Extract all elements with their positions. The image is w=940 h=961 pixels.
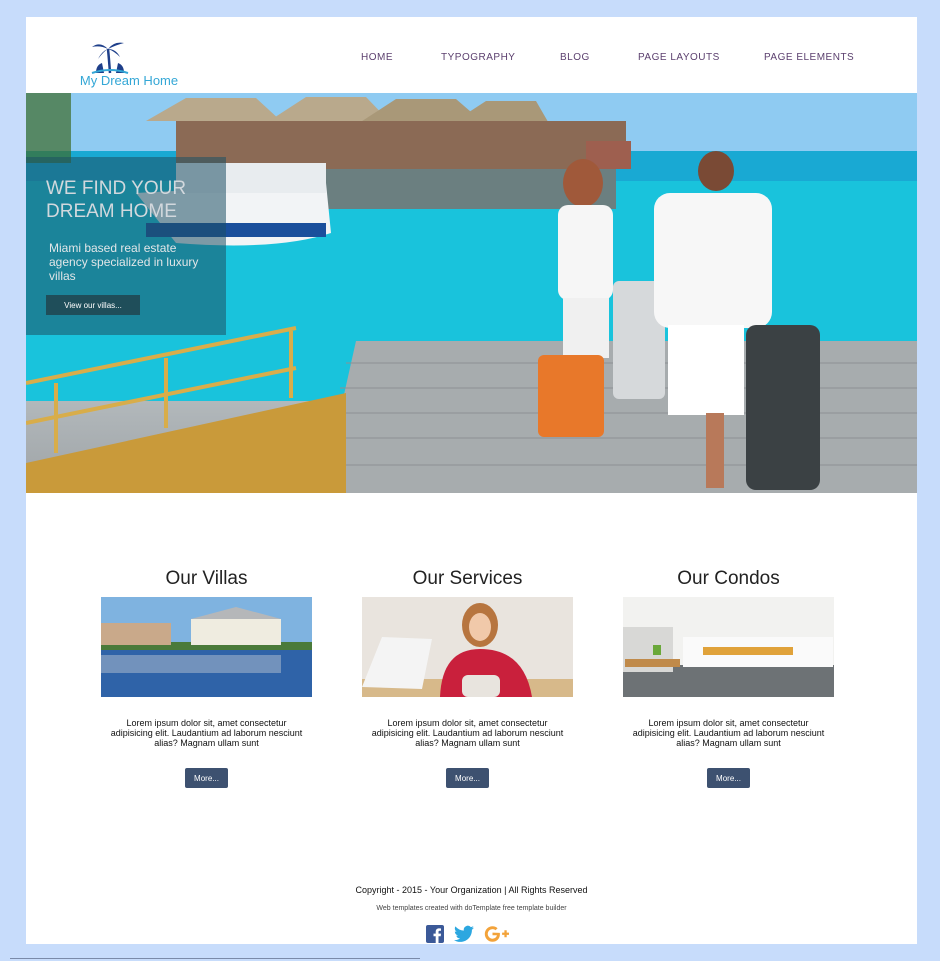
nav-blog[interactable]: BLOG <box>560 52 590 63</box>
hero-title: WE FIND YOUR DREAM HOME <box>46 178 187 222</box>
villas-more-button[interactable]: More... <box>185 768 228 788</box>
column-title: Our Condos <box>677 568 780 589</box>
credits-link[interactable]: Web templates created with doTemplate fr… <box>26 905 917 912</box>
logo-text: My Dream Home <box>79 73 179 88</box>
nav-typography[interactable]: TYPOGRAPHY <box>441 52 515 63</box>
google-plus-icon[interactable] <box>484 925 510 948</box>
nav-page-elements[interactable]: PAGE ELEMENTS <box>764 52 854 63</box>
column-text: Lorem ipsum dolor sit, amet consectetur … <box>632 718 825 748</box>
palm-logo-icon <box>91 42 129 74</box>
copyright-text: Copyright - 2015 - Your Organization | A… <box>355 885 588 895</box>
column-condos: Our Condos Lorem ipsum dolor sit, amet c… <box>623 567 834 788</box>
column-title: Our Villas <box>165 568 248 589</box>
nav-page-layouts[interactable]: PAGE LAYOUTS <box>638 52 720 63</box>
column-text: Lorem ipsum dolor sit, amet consectetur … <box>371 718 564 748</box>
site-logo[interactable]: My Dream Home <box>74 39 184 91</box>
bottom-divider <box>10 958 420 959</box>
facebook-icon[interactable] <box>426 925 444 948</box>
column-title: Our Services <box>412 568 523 589</box>
column-villas: Our Villas Lorem ipsum dolor sit, amet c… <box>101 567 312 788</box>
condos-more-button[interactable]: More... <box>707 768 750 788</box>
twitter-icon[interactable] <box>454 925 474 948</box>
column-text: Lorem ipsum dolor sit, amet consectetur … <box>110 718 303 748</box>
nav-home[interactable]: HOME <box>361 52 393 63</box>
hero-banner: WE FIND YOUR DREAM HOME Miami based real… <box>26 93 917 493</box>
villas-image <box>101 597 312 697</box>
hero-overlay: WE FIND YOUR DREAM HOME Miami based real… <box>26 157 226 335</box>
services-image <box>362 597 573 697</box>
column-services: Our Services Lorem ipsum dolor sit, amet… <box>362 567 573 788</box>
condos-image <box>623 597 834 697</box>
services-more-button[interactable]: More... <box>446 768 489 788</box>
hero-subtitle: Miami based real estate agency specializ… <box>49 241 199 283</box>
view-villas-button[interactable]: View our villas... <box>46 295 140 315</box>
page-container: My Dream Home HOME TYPOGRAPHY BLOG PAGE … <box>26 17 917 944</box>
